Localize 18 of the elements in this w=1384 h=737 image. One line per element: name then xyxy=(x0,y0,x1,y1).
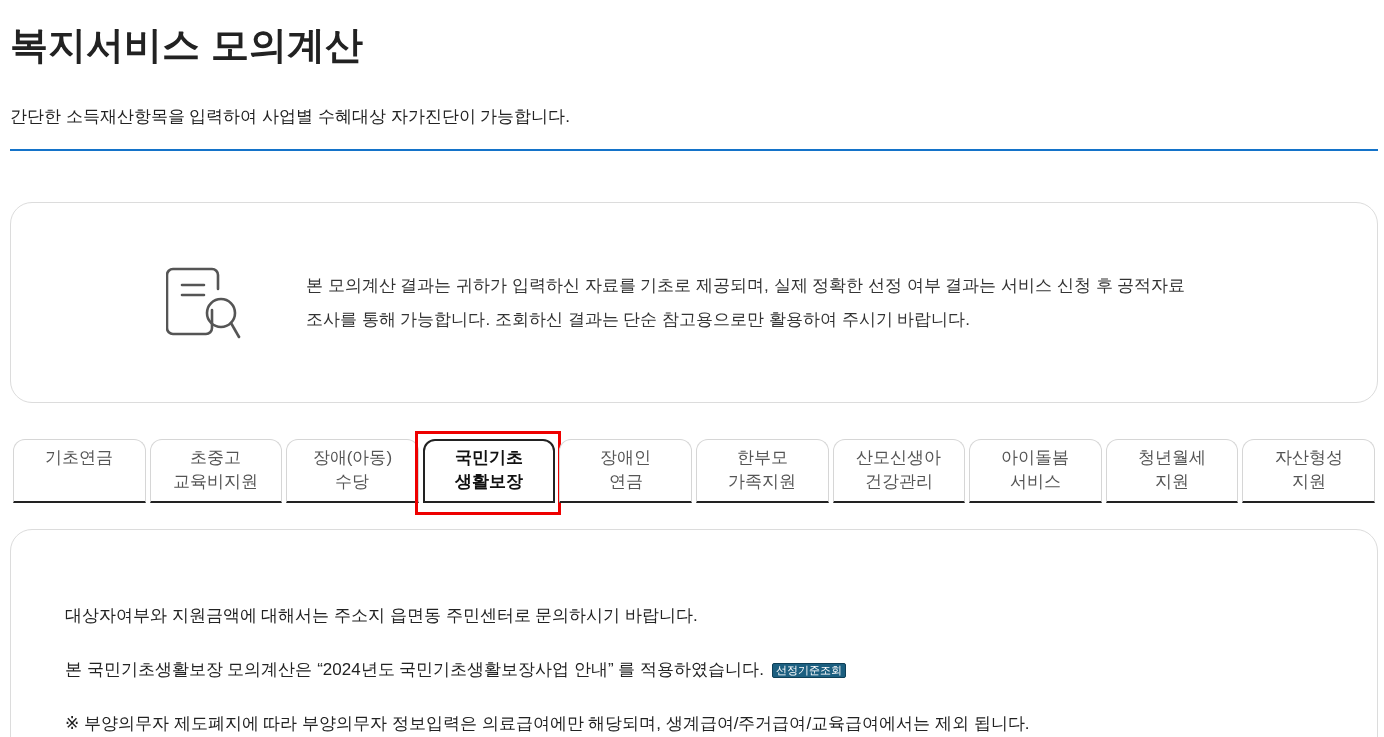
notice-text: 본 모의계산 결과는 귀하가 입력하신 자료를 기초로 제공되며, 실제 정확한 선정 여부 결과는 서비스 신청 후 공적자료 조사를 통해 가능합니다. 조회하신 결과는 단순 참고용으로만 활용하여 주시기 바랍니다. xyxy=(306,274,1186,331)
service-tab[interactable]: 산모신생아 건강관리 xyxy=(832,439,966,503)
service-tab[interactable]: 국민기초 생활보장 xyxy=(422,439,556,503)
service-tab[interactable]: 장애인 연금 xyxy=(559,439,692,503)
info-text: ※ 부양의무자 제도폐지에 따라 부양의무자 정보입력은 의료급여에만 해당되며, 생계급여/주거급여/교육급여에서는 제외 됩니다. xyxy=(65,713,1030,735)
service-tab[interactable]: 자산형성 지원 xyxy=(1242,439,1375,503)
service-tab[interactable]: 청년월세 지원 xyxy=(1105,439,1239,503)
service-tab[interactable]: 한부모 가족지원 xyxy=(695,439,829,503)
page-title: 복지서비스 모의계산 xyxy=(10,23,363,68)
criteria-lookup-button[interactable]: 선정기준조회 xyxy=(771,662,846,678)
service-tab[interactable]: 기초연금 xyxy=(13,439,146,503)
service-tab[interactable]: 장애(아동) 수당 xyxy=(286,439,419,503)
info-text: 본 국민기초생활보장 모의계산은 “2024년도 국민기초생활보장사업 안내” 를 적용하였습니다. xyxy=(65,659,764,681)
page-subtitle: 간단한 소득재산항목을 입력하여 사업별 수혜대상 자가진단이 가능합니다. xyxy=(10,106,571,128)
service-tab[interactable]: 초중고 교육비지원 xyxy=(149,439,283,503)
info-text: 대상자여부와 지원금액에 대해서는 주소지 읍면동 주민센터로 문의하시기 바랍니다. xyxy=(65,605,698,627)
service-tab[interactable]: 아이돌봄 서비스 xyxy=(969,439,1102,503)
document-search-icon xyxy=(166,266,242,339)
